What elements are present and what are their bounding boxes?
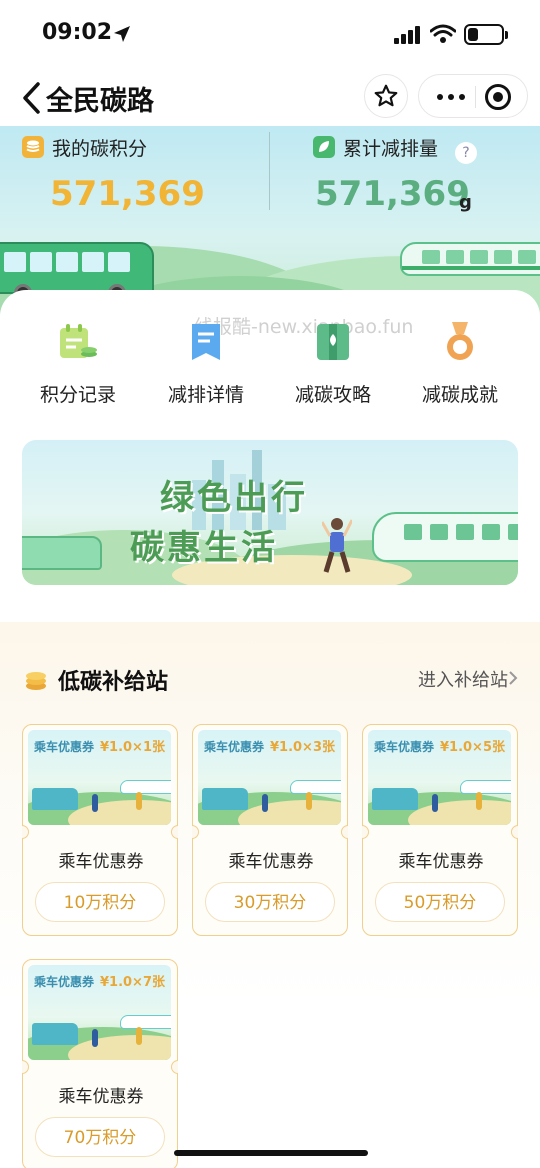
coupon-image: 乘车优惠券 ¥1.0×5张 bbox=[368, 730, 511, 825]
strategy-icon bbox=[311, 320, 355, 364]
coupon-image: 乘车优惠券 ¥1.0×3张 bbox=[198, 730, 341, 825]
close-target-icon[interactable] bbox=[485, 84, 511, 110]
coupon-name: 乘车优惠券 bbox=[58, 1087, 144, 1107]
chevron-right-icon[interactable] bbox=[508, 670, 518, 686]
banner-train-illustration bbox=[372, 512, 518, 562]
status-bar: 09:02 bbox=[0, 0, 540, 70]
carbon-points-label: 我的碳积分 bbox=[52, 138, 148, 160]
feature-label: 积分记录 bbox=[39, 384, 116, 406]
capsule-divider bbox=[475, 86, 476, 108]
location-arrow-icon bbox=[114, 26, 130, 42]
nav-bar: 全民碳路 bbox=[0, 70, 540, 126]
feature-label: 减碳成就 bbox=[421, 384, 498, 406]
coupon-value: ¥1.0×1张 bbox=[99, 740, 165, 755]
banner-line-2: 碳惠生活 bbox=[130, 528, 278, 568]
feature-points-record[interactable]: 积分记录 bbox=[20, 320, 136, 407]
coupon-price-button[interactable]: 30万积分 bbox=[205, 882, 335, 922]
status-time: 09:02 bbox=[42, 20, 113, 45]
emission-reduction-label: 累计减排量 bbox=[343, 138, 439, 160]
back-chevron-icon[interactable] bbox=[18, 80, 48, 116]
tram-illustration bbox=[400, 242, 540, 276]
coupon-tag: 乘车优惠券 bbox=[34, 975, 95, 989]
coupon-name: 乘车优惠券 bbox=[398, 852, 484, 872]
home-indicator[interactable] bbox=[174, 1150, 368, 1156]
coupon-card[interactable]: 乘车优惠券 ¥1.0×3张 乘车优惠券 30万积分 bbox=[192, 724, 348, 936]
coupon-price-button[interactable]: 10万积分 bbox=[35, 882, 165, 922]
jumping-person-icon bbox=[322, 518, 352, 573]
emission-reduction-value: 571,369 bbox=[315, 174, 470, 214]
promo-banner[interactable]: 绿色出行 碳惠生活 bbox=[22, 440, 518, 585]
feature-achievement[interactable]: 减碳成就 bbox=[402, 320, 518, 407]
coupon-tag: 乘车优惠券 bbox=[204, 740, 265, 754]
coupon-price-button[interactable]: 70万积分 bbox=[35, 1117, 165, 1157]
main-card: 线报酷-new.xianbao.fun 积分记录 减排详情 减碳攻略 减碳成就 … bbox=[0, 290, 540, 620]
banner-line-1: 绿色出行 bbox=[160, 478, 308, 518]
banner-bus-illustration bbox=[22, 536, 102, 570]
medal-icon bbox=[438, 320, 482, 364]
feature-strategy[interactable]: 减碳攻略 bbox=[275, 320, 391, 407]
coupon-card[interactable]: 乘车优惠券 ¥1.0×5张 乘车优惠券 50万积分 bbox=[362, 724, 518, 936]
coupon-tag: 乘车优惠券 bbox=[34, 740, 95, 754]
signal-icon bbox=[394, 26, 420, 44]
section-title: 低碳补给站 bbox=[58, 670, 169, 695]
coin-stack-icon bbox=[22, 136, 44, 158]
help-icon[interactable]: ? bbox=[455, 142, 477, 164]
reduction-detail-icon bbox=[184, 320, 228, 364]
bus-illustration bbox=[0, 242, 154, 302]
wifi-icon bbox=[430, 24, 456, 43]
section-header: 低碳补给站 进入补给站 bbox=[22, 662, 518, 698]
feature-reduction-detail[interactable]: 减排详情 bbox=[148, 320, 264, 407]
carbon-points-value: 571,369 bbox=[50, 174, 205, 214]
favorite-button[interactable] bbox=[364, 74, 408, 118]
feature-label: 减碳攻略 bbox=[294, 384, 371, 406]
supply-station-section: 低碳补给站 进入补给站 乘车优惠券 ¥1.0×1张 乘车优惠券 10万积分 乘车… bbox=[0, 622, 540, 1168]
enter-station-link[interactable]: 进入补给站 bbox=[418, 666, 508, 692]
more-options-icon[interactable] bbox=[433, 83, 469, 111]
coupon-image: 乘车优惠券 ¥1.0×1张 bbox=[28, 730, 171, 825]
coupon-tag: 乘车优惠券 bbox=[374, 740, 435, 754]
emission-unit: g bbox=[459, 192, 472, 213]
mini-program-capsule bbox=[418, 74, 528, 118]
star-icon bbox=[374, 84, 398, 107]
leaf-icon bbox=[313, 136, 335, 158]
stats-divider bbox=[269, 132, 270, 210]
coupon-name: 乘车优惠券 bbox=[58, 852, 144, 872]
page-title: 全民碳路 bbox=[46, 86, 154, 117]
coupon-value: ¥1.0×3张 bbox=[269, 740, 335, 755]
coin-stack-icon bbox=[26, 672, 46, 690]
coupon-card[interactable]: 乘车优惠券 ¥1.0×7张 乘车优惠券 70万积分 bbox=[22, 959, 178, 1168]
feature-label: 减排详情 bbox=[167, 384, 244, 406]
points-record-icon bbox=[56, 320, 100, 364]
coupon-image: 乘车优惠券 ¥1.0×7张 bbox=[28, 965, 171, 1060]
coupon-value: ¥1.0×5张 bbox=[439, 740, 505, 755]
coupon-name: 乘车优惠券 bbox=[228, 852, 314, 872]
coupon-price-button[interactable]: 50万积分 bbox=[375, 882, 505, 922]
coupon-card[interactable]: 乘车优惠券 ¥1.0×1张 乘车优惠券 10万积分 bbox=[22, 724, 178, 936]
coupon-value: ¥1.0×7张 bbox=[99, 975, 165, 990]
battery-icon bbox=[464, 24, 508, 45]
